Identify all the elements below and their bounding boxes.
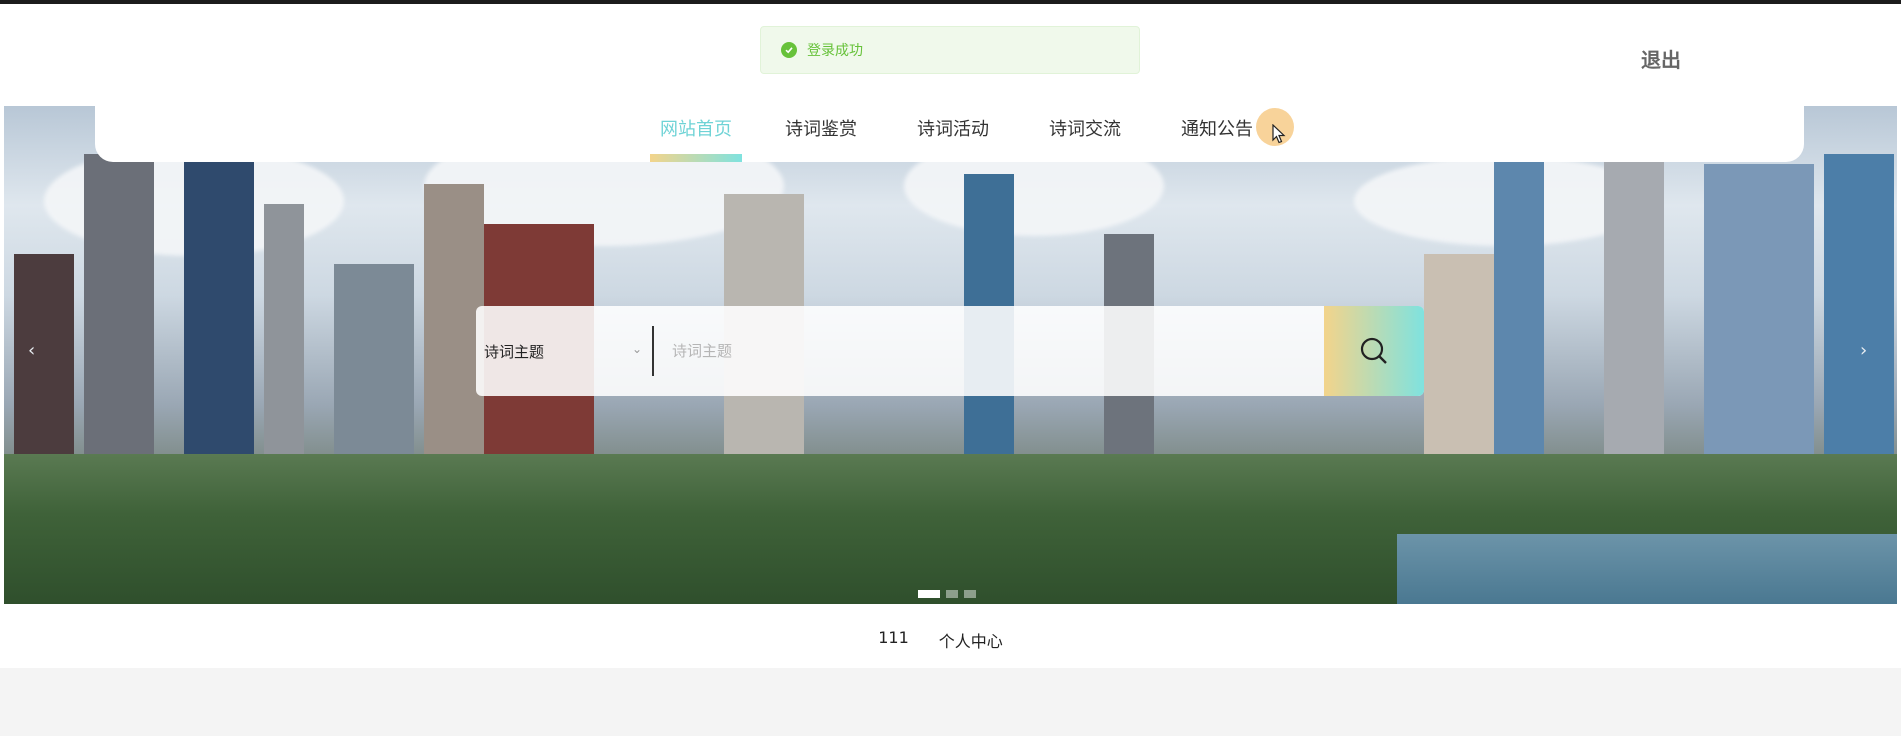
nav-item-activities[interactable]: 诗词活动	[915, 118, 991, 162]
building	[334, 264, 414, 454]
check-circle-icon	[781, 42, 797, 58]
building	[1494, 124, 1544, 454]
carousel-next-button[interactable]: ›	[1860, 340, 1867, 361]
profile-link[interactable]: 个人中心	[939, 628, 1003, 652]
lake-water	[1397, 534, 1897, 604]
building	[1824, 154, 1894, 454]
building	[424, 184, 484, 454]
search-button[interactable]	[1324, 306, 1424, 396]
nav-item-label: 通知公告	[1181, 119, 1253, 140]
nav-item-home[interactable]: 网站首页	[650, 118, 742, 162]
nav-item-label: 诗词交流	[1049, 119, 1121, 140]
active-underline	[650, 154, 742, 162]
username-link[interactable]: 111	[878, 628, 909, 652]
carousel-dot[interactable]	[918, 590, 940, 598]
chevron-down-icon: ⌄	[631, 342, 642, 356]
building	[14, 254, 74, 454]
building	[1604, 124, 1664, 454]
search-bar: 诗词主题 ⌄	[476, 306, 1424, 396]
nav-item-label: 网站首页	[660, 119, 732, 140]
building	[84, 154, 154, 454]
search-category-select[interactable]: 诗词主题 ⌄	[476, 306, 652, 396]
building	[1704, 164, 1814, 454]
search-category-value: 诗词主题	[484, 342, 545, 361]
main-nav: 网站首页 诗词鉴赏 诗词活动 诗词交流 通知公告	[95, 106, 1804, 162]
user-links: 111 个人中心	[0, 628, 1901, 652]
nav-item-exchange[interactable]: 诗词交流	[1047, 118, 1123, 162]
nav-item-label: 诗词鉴赏	[785, 119, 857, 140]
carousel-dot[interactable]	[946, 590, 958, 598]
nav-item-notices[interactable]: 通知公告	[1179, 118, 1255, 162]
building	[184, 114, 254, 454]
toast-message: 登录成功	[807, 43, 863, 59]
success-toast: 登录成功	[760, 26, 1140, 74]
search-icon	[1360, 337, 1387, 364]
carousel-indicators	[918, 590, 976, 598]
carousel-prev-button[interactable]: ‹	[28, 340, 35, 361]
mouse-cursor-icon	[1272, 124, 1286, 144]
search-input[interactable]	[654, 306, 1324, 396]
nav-item-appreciation[interactable]: 诗词鉴赏	[783, 118, 859, 162]
logout-button[interactable]: 退出	[1641, 44, 1681, 73]
building	[264, 204, 304, 454]
carousel-dot[interactable]	[964, 590, 976, 598]
nav-item-label: 诗词活动	[917, 119, 989, 140]
content-area	[0, 668, 1901, 736]
